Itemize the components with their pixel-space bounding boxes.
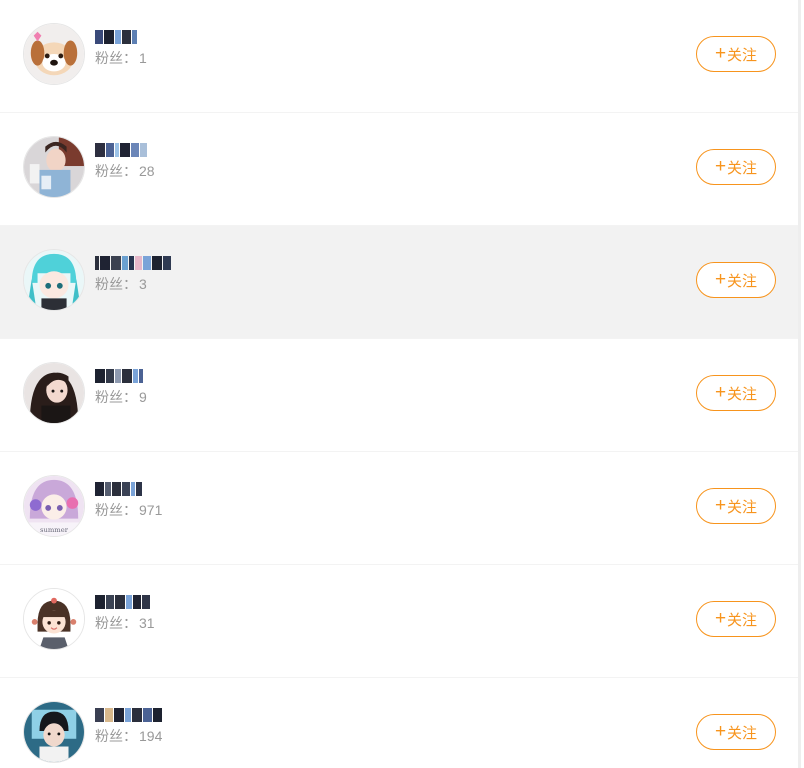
name-pixelated [95,594,151,610]
follow-list: puppy-avatar 粉丝：1 +关注 girl-photo [0,0,801,768]
plus-icon: + [714,720,727,742]
avatar[interactable] [23,701,85,763]
fans-count: 粉丝： 9 [95,389,147,405]
follow-button[interactable]: + 关注 [696,149,776,185]
list-item: girl-photo-avatar 粉丝：28 +关注 [0,113,801,226]
name-pixelated [95,368,144,384]
boy-photo-avatar-icon [24,702,84,762]
avatar[interactable] [23,23,85,85]
girl-dark-hair-avatar-icon [24,363,84,423]
list-item: boy-photo-avatar 粉丝：194 +关注 [0,678,801,768]
avatar[interactable] [23,249,85,311]
plus-icon: + [714,494,727,516]
user-name[interactable]: cartoon-girl-avatar [95,593,151,611]
plus-icon: + [714,42,727,64]
follow-button[interactable]: + 关注 [696,601,776,637]
fans-count: 粉丝： 3 [95,276,147,292]
puppy-avatar-icon [24,24,84,84]
anime-cyan-hair-avatar-icon [24,250,84,310]
svg-text:summer: summer [40,526,69,534]
cartoon-girl-avatar-icon [24,589,84,649]
plus-icon: + [714,155,727,177]
list-item: girl-dark-hair-avatar 粉丝：9 +关注 [0,339,801,452]
avatar[interactable]: summer [23,475,85,537]
user-name[interactable]: anime-cyan-hair-avatar [95,254,172,272]
name-pixelated [95,255,172,271]
list-item: puppy-avatar 粉丝：1 +关注 [0,0,801,113]
avatar[interactable] [23,362,85,424]
follow-button[interactable]: + 关注 [696,488,776,524]
fans-count: 粉丝： 1 [95,50,147,66]
name-pixelated [95,29,138,45]
girl-photo-avatar-icon [24,137,84,197]
list-item: anime-cyan-hair-avatar 粉丝：3 +关注 [0,226,801,339]
user-name[interactable]: puppy-avatar [95,28,138,46]
name-pixelated [95,707,163,723]
follow-button[interactable]: + 关注 [696,36,776,72]
list-item: summer anime-purple-avatar 粉丝：971 +关注 [0,452,801,565]
fans-count: 粉丝： 31 [95,615,155,631]
user-name[interactable]: girl-photo-avatar [95,141,148,159]
user-name[interactable]: boy-photo-avatar [95,706,163,724]
plus-icon: + [714,381,727,403]
list-item: cartoon-girl-avatar 粉丝：31 +关注 [0,565,801,678]
user-name[interactable]: anime-purple-avatar [95,480,143,498]
plus-icon: + [714,607,727,629]
follow-button[interactable]: + 关注 [696,262,776,298]
fans-count: 粉丝： 194 [95,728,163,744]
fans-count: 粉丝： 971 [95,502,163,518]
anime-purple-avatar-icon: summer [24,476,84,536]
fans-count: 粉丝： 28 [95,163,155,179]
plus-icon: + [714,268,727,290]
avatar[interactable] [23,588,85,650]
name-pixelated [95,142,148,158]
follow-button[interactable]: + 关注 [696,375,776,411]
name-pixelated [95,481,143,497]
scrollbar-track[interactable] [798,0,801,768]
user-name[interactable]: girl-dark-hair-avatar [95,367,144,385]
follow-button[interactable]: + 关注 [696,714,776,750]
avatar[interactable] [23,136,85,198]
